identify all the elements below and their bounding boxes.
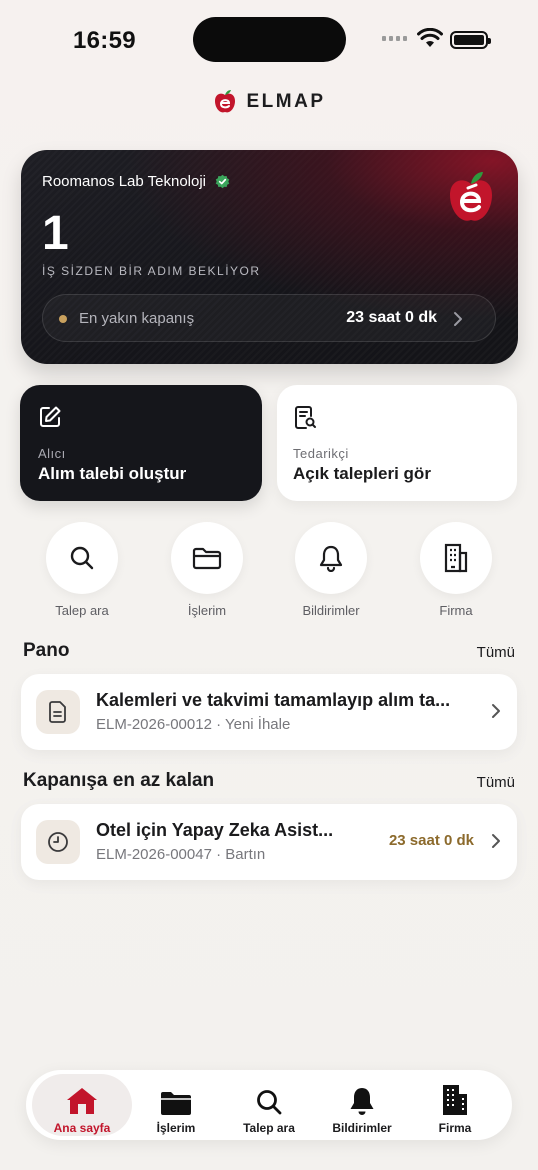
tab-my-jobs[interactable]: İşlerim: [127, 1074, 225, 1136]
verified-icon: [215, 174, 230, 189]
pano-item-subtitle: ELM-2026-00012 · Yeni İhale: [96, 716, 291, 733]
search-icon: [70, 546, 94, 570]
chevron-right-icon: [492, 704, 500, 718]
tab-home[interactable]: Ana sayfa: [32, 1074, 132, 1136]
tab-label: Bildirimler: [332, 1121, 392, 1135]
company-row: Roomanos Lab Teknoloji: [42, 173, 230, 190]
brand-name: ELMAP: [246, 91, 326, 112]
quick-link-label: Talep ara: [55, 603, 109, 618]
tab-notifications[interactable]: Bildirimler: [313, 1074, 411, 1136]
deadline-label: En yakın kapanış: [79, 310, 195, 327]
wifi-icon: [417, 28, 443, 47]
search-icon: [257, 1090, 282, 1115]
bell-icon: [350, 1088, 374, 1115]
pano-item[interactable]: Kalemleri ve takvimi tamamlayıp alım ta.…: [21, 674, 517, 750]
quick-link-label: Bildirimler: [302, 603, 360, 618]
pano-see-all-link[interactable]: Tümü: [477, 644, 515, 661]
home-icon: [67, 1088, 97, 1114]
deadline-dot-icon: [59, 315, 67, 323]
closing-section-title: Kapanışa en az kalan: [23, 770, 215, 791]
quick-link-company[interactable]: Firma: [406, 522, 506, 618]
pano-section-title: Pano: [23, 640, 70, 661]
edit-icon: [40, 406, 61, 427]
quick-link-label: Firma: [439, 603, 473, 618]
pano-item-title: Kalemleri ve takvimi tamamlayıp alım ta.…: [96, 690, 451, 710]
pending-subtitle: İŞ SİZDEN BİR ADIM BEKLİYOR: [42, 264, 261, 278]
document-icon: [49, 701, 66, 723]
closing-item[interactable]: Otel için Yapay Zeka Asist... ELM-2026-0…: [21, 804, 517, 880]
closing-see-all-link[interactable]: Tümü: [477, 774, 515, 791]
status-time: 16:59: [73, 27, 136, 54]
document-search-icon: [295, 406, 316, 429]
chevron-right-icon: [454, 312, 462, 326]
create-purchase-request-button[interactable]: Alıcı Alım talebi oluştur: [20, 385, 262, 501]
dynamic-island: [193, 17, 346, 62]
closing-item-title: Otel için Yapay Zeka Asist...: [96, 820, 334, 840]
supplier-role-label: Tedarikçi: [293, 446, 349, 461]
tab-label: İşlerim: [156, 1121, 196, 1135]
elmap-logo-icon: [450, 172, 492, 221]
folder-icon: [192, 547, 222, 570]
create-request-label: Alım talebi oluştur: [38, 464, 187, 483]
brand-header: ELMAP: [0, 89, 538, 115]
quick-link-search[interactable]: Talep ara: [32, 522, 132, 618]
quick-link-notifications[interactable]: Bildirimler: [281, 522, 381, 618]
folder-icon: [161, 1092, 191, 1115]
cellular-signal-icon: [382, 36, 407, 41]
open-requests-label: Açık talepleri gör: [293, 464, 431, 483]
tab-search[interactable]: Talep ara: [220, 1074, 318, 1136]
tab-bar: Ana sayfa İşlerim Talep ara Bildirimler: [26, 1070, 512, 1140]
status-bar: 16:59: [0, 0, 538, 80]
deadline-value: 23 saat 0 dk: [346, 309, 437, 326]
view-open-requests-button[interactable]: Tedarikçi Açık talepleri gör: [277, 385, 517, 501]
quick-link-label: İşlerim: [187, 603, 227, 618]
quick-link-my-jobs[interactable]: İşlerim: [157, 522, 257, 618]
tab-company[interactable]: Firma: [406, 1074, 504, 1136]
tab-label: Firma: [438, 1121, 472, 1135]
company-name: Roomanos Lab Teknoloji: [42, 173, 206, 190]
building-icon: [444, 543, 468, 573]
pending-actions-card[interactable]: Roomanos Lab Teknoloji 1 İŞ SİZDEN BİR A…: [21, 150, 518, 364]
closing-item-time: 23 saat 0 dk: [388, 832, 474, 849]
pending-count: 1: [42, 207, 69, 260]
bell-icon: [319, 545, 343, 572]
chevron-right-icon: [492, 834, 500, 848]
tab-label: Ana sayfa: [53, 1121, 111, 1135]
clock-icon: [48, 832, 68, 852]
nearest-deadline-button[interactable]: En yakın kapanış 23 saat 0 dk: [42, 294, 496, 342]
building-icon: [443, 1085, 467, 1115]
closing-item-subtitle: ELM-2026-00047 · Bartın: [96, 846, 266, 863]
buyer-role-label: Alıcı: [38, 446, 66, 461]
battery-icon: [450, 31, 491, 49]
tab-label: Talep ara: [243, 1121, 295, 1135]
elmap-logo-icon: [214, 90, 235, 113]
